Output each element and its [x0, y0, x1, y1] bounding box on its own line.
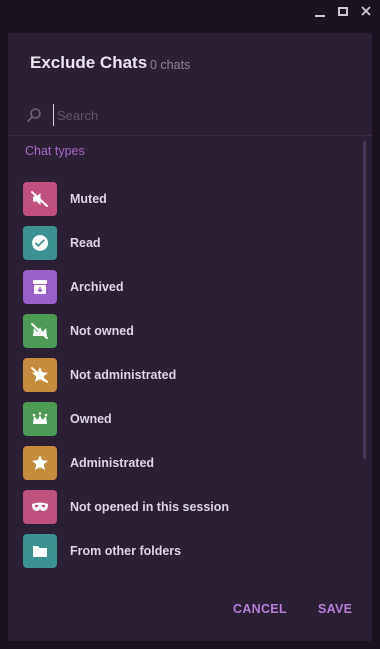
- exclude-chats-dialog: Exclude Chats 0 chats Chat types Muted: [8, 33, 372, 641]
- mask-icon: [23, 490, 57, 524]
- scrollbar[interactable]: [363, 141, 366, 459]
- list-item-administrated[interactable]: Administrated: [8, 442, 358, 486]
- list-item-label: Not owned: [70, 324, 134, 338]
- list-item-label: Not administrated: [70, 368, 177, 382]
- search-icon: [25, 106, 43, 124]
- maximize-icon[interactable]: [333, 2, 353, 20]
- muted-icon: [23, 182, 57, 216]
- list-item-label: Muted: [70, 192, 107, 206]
- list-item-label: Not opened in this session: [70, 500, 230, 514]
- star-icon: [23, 446, 57, 480]
- section-label-chat-types: Chat types: [25, 144, 85, 158]
- minimize-icon[interactable]: [310, 2, 330, 20]
- list-item-read[interactable]: Read: [8, 222, 358, 266]
- search-bar: [8, 100, 372, 136]
- folder-icon: [23, 534, 57, 568]
- list-item-label: Read: [70, 236, 101, 250]
- chat-types-list: Muted Read Archived Not owned Not admini…: [8, 178, 358, 574]
- list-item-label: Archived: [70, 280, 124, 294]
- list-item-not-owned[interactable]: Not owned: [8, 310, 358, 354]
- close-icon[interactable]: [356, 2, 376, 20]
- list-item-label: Administrated: [70, 456, 155, 470]
- list-item-owned[interactable]: Owned: [8, 398, 358, 442]
- save-button[interactable]: SAVE: [318, 602, 352, 616]
- list-item-label: Owned: [70, 412, 112, 426]
- list-item-archived[interactable]: Archived: [8, 266, 358, 310]
- list-item-label: From other folders: [70, 544, 182, 558]
- crown-icon: [23, 402, 57, 436]
- dialog-title: Exclude Chats: [30, 53, 148, 72]
- search-input[interactable]: [53, 104, 353, 126]
- list-item-not-administrated[interactable]: Not administrated: [8, 354, 358, 398]
- list-item-not-opened[interactable]: Not opened in this session: [8, 486, 358, 530]
- cancel-button[interactable]: CANCEL: [233, 602, 287, 616]
- archive-icon: [23, 270, 57, 304]
- not-owned-icon: [23, 314, 57, 348]
- list-item-other-folders[interactable]: From other folders: [8, 530, 358, 574]
- not-admin-icon: [23, 358, 57, 392]
- read-icon: [23, 226, 57, 260]
- window-titlebar: [0, 0, 380, 22]
- list-item-muted[interactable]: Muted: [8, 178, 358, 222]
- chat-count: 0 chats: [150, 58, 191, 72]
